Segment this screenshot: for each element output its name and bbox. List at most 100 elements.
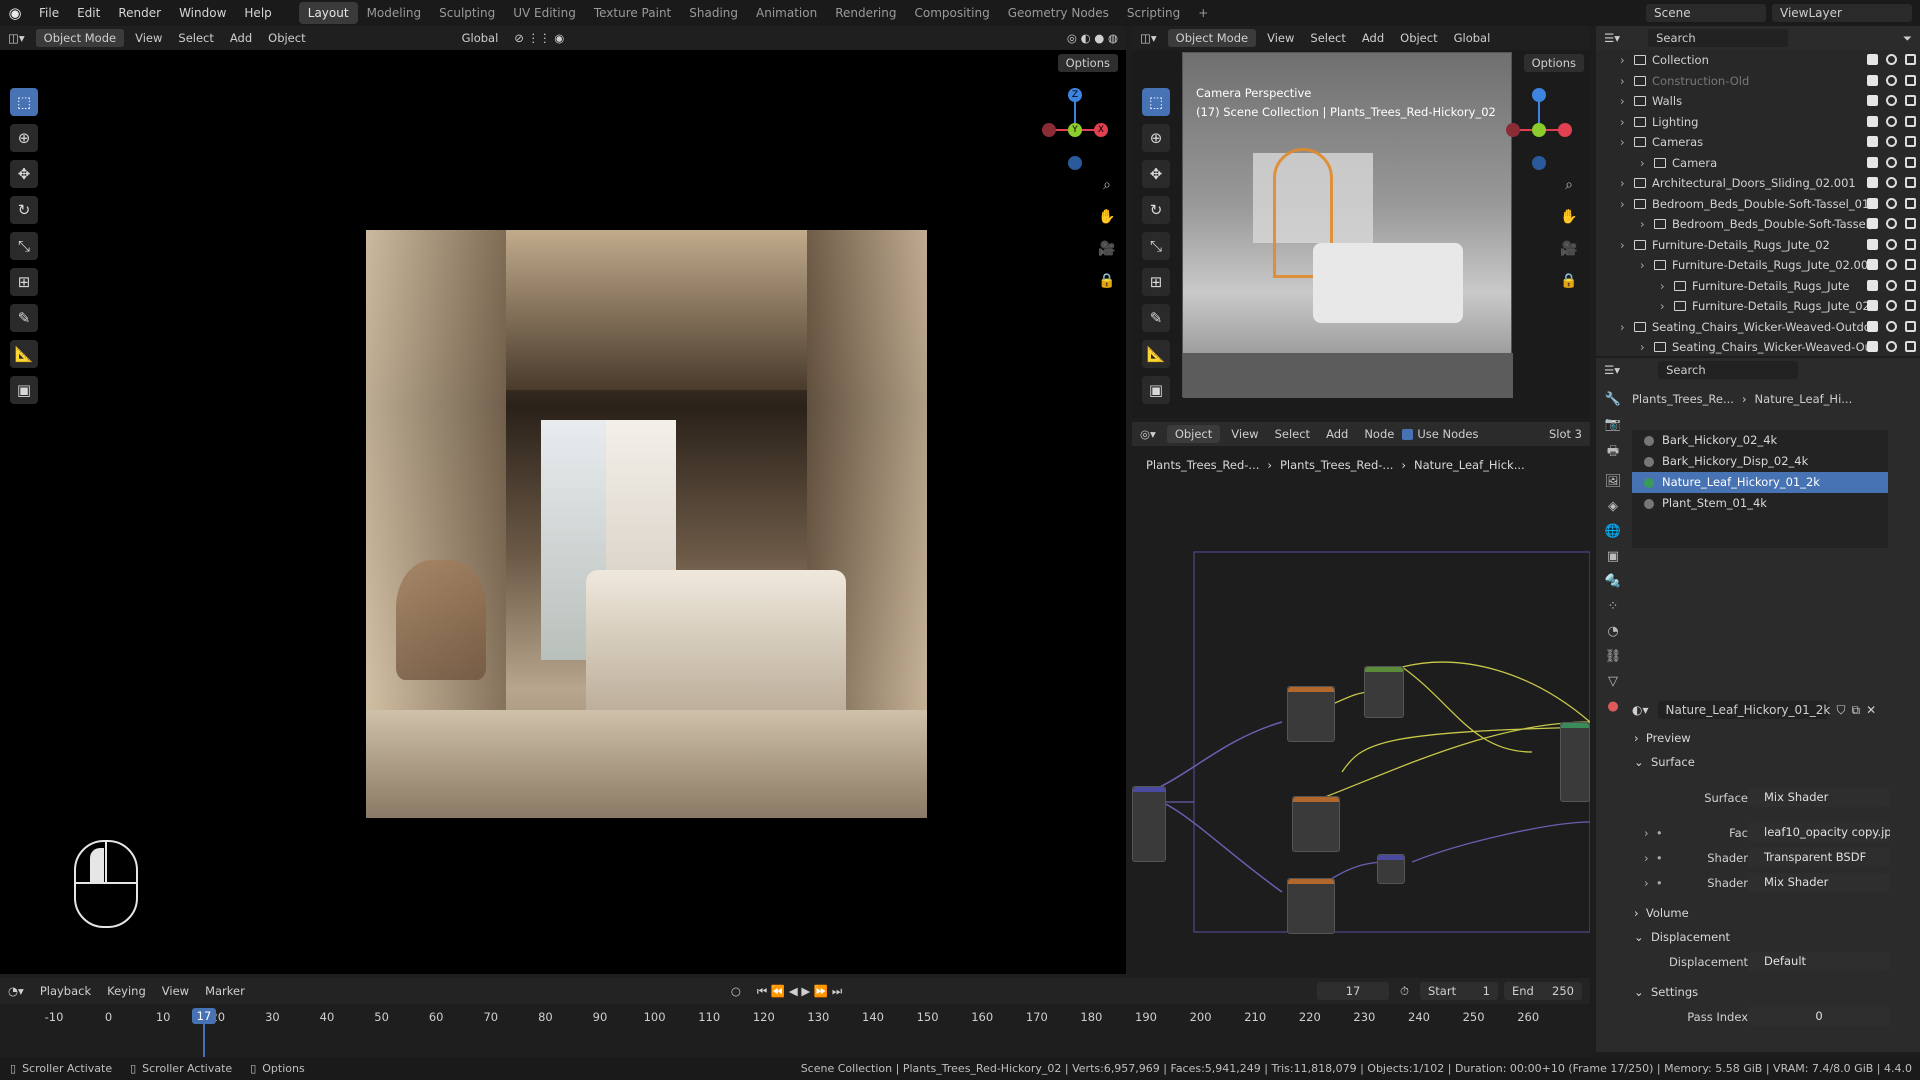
annotate-icon-2[interactable]: ✎ <box>1142 304 1170 332</box>
material-slot-3[interactable]: Nature_Leaf_Hickory_01_2k <box>1632 472 1888 493</box>
gizmo-z-axis[interactable]: Z <box>1068 88 1082 102</box>
left-menu-object[interactable]: Object <box>260 31 313 45</box>
tab-texture-paint[interactable]: Texture Paint <box>585 2 680 24</box>
right-menu-add[interactable]: Add <box>1354 31 1392 45</box>
exclude-checkbox[interactable] <box>1867 259 1878 270</box>
expand-arrow-icon[interactable]: › <box>1620 135 1634 149</box>
image-texture-node-4[interactable] <box>1287 878 1335 934</box>
expand-arrow-icon[interactable]: › <box>1640 258 1654 272</box>
tab-rendering[interactable]: Rendering <box>826 2 905 24</box>
render-tab-icon[interactable]: 📷 <box>1602 417 1624 432</box>
shading-modes-icon[interactable]: ◎ ◐ ● ◍ <box>1059 31 1126 45</box>
outliner-row[interactable]: › Cameras <box>1606 132 1920 153</box>
world-tab-icon[interactable]: 🌐 <box>1602 524 1624 539</box>
outliner-row[interactable]: › Bedroom_Beds_Double-Soft-Tassel_01. <box>1606 194 1920 215</box>
zoom-icon[interactable]: ⌕ <box>1096 174 1118 196</box>
exclude-checkbox[interactable] <box>1867 197 1878 209</box>
visibility-eye-icon[interactable] <box>1886 341 1897 352</box>
displacement-section-header[interactable]: ⌄ Displacement <box>1596 925 1920 949</box>
left-3d-viewport[interactable]: ◫▾ Object Mode View Select Add Object Gl… <box>0 26 1126 974</box>
render-camera-icon[interactable] <box>1905 218 1916 229</box>
unlink-material-icon[interactable]: ✕ <box>1866 703 1876 717</box>
physics-tab-icon[interactable]: ◔ <box>1602 624 1624 639</box>
visibility-eye-icon[interactable] <box>1886 54 1897 65</box>
add-workspace-icon[interactable]: + <box>1189 2 1217 24</box>
render-camera-icon[interactable] <box>1905 238 1916 250</box>
gizmo-neg-x[interactable] <box>1042 123 1056 137</box>
render-camera-icon[interactable] <box>1905 95 1916 106</box>
outliner-type-icon[interactable]: ☰▾ <box>1596 31 1628 45</box>
expand-arrow-icon[interactable]: › <box>1640 340 1654 354</box>
menu-help[interactable]: Help <box>235 0 280 26</box>
left-menu-view[interactable]: View <box>127 31 170 45</box>
modifier-tab-icon[interactable]: 🔩 <box>1602 574 1624 589</box>
material-slot-4[interactable]: Plant_Stem_01_4k <box>1632 493 1888 514</box>
exclude-checkbox[interactable] <box>1867 156 1878 168</box>
exclude-checkbox[interactable] <box>1867 341 1878 352</box>
visibility-eye-icon[interactable] <box>1886 218 1897 229</box>
expand-arrow-icon[interactable]: › <box>1640 217 1654 231</box>
left-mode-dropdown[interactable]: Object Mode <box>35 29 125 47</box>
expand-arrow-icon[interactable]: › <box>1620 176 1634 190</box>
cursor-icon-2[interactable]: ⊕ <box>1142 124 1170 152</box>
texture-coordinate-node[interactable] <box>1132 786 1166 862</box>
visibility-eye-icon[interactable] <box>1886 238 1897 250</box>
expand-arrow-icon[interactable]: › <box>1620 197 1634 211</box>
material-output-node[interactable] <box>1560 722 1590 802</box>
tab-sculpting[interactable]: Sculpting <box>430 2 504 24</box>
tool-tab-icon[interactable]: 🔧 <box>1602 392 1624 407</box>
lock-icon-2[interactable]: 🔒 <box>1558 270 1580 292</box>
expand-arrow-icon[interactable]: › <box>1620 238 1634 252</box>
pan-hand-icon[interactable]: ✋ <box>1096 206 1118 228</box>
exclude-checkbox[interactable] <box>1867 95 1878 106</box>
tab-geometry-nodes[interactable]: Geometry Nodes <box>999 2 1118 24</box>
blender-logo-icon[interactable]: ◉ <box>0 4 30 22</box>
outliner-row[interactable]: › Furniture-Details_Rugs_Jute_02.001 <box>1606 255 1920 276</box>
expand-arrow-icon[interactable]: › <box>1620 115 1634 129</box>
scene-selector[interactable]: Scene <box>1646 4 1766 22</box>
transform-icon[interactable]: ⊞ <box>10 268 38 296</box>
render-camera-icon[interactable] <box>1905 54 1916 65</box>
outliner-row[interactable]: › Seating_Chairs_Wicker-Weaved-Ou <box>1606 337 1920 358</box>
outliner-search[interactable]: Search <box>1648 29 1789 47</box>
visibility-eye-icon[interactable] <box>1886 95 1897 106</box>
visibility-eye-icon[interactable] <box>1886 156 1897 168</box>
view-layer-tab-icon[interactable]: 🖼 <box>1602 474 1624 489</box>
measure-icon[interactable]: 📐 <box>10 340 38 368</box>
scene-tab-icon[interactable]: ◈ <box>1602 499 1624 514</box>
exclude-checkbox[interactable] <box>1867 238 1878 250</box>
render-camera-icon[interactable] <box>1905 279 1916 291</box>
displacement-field[interactable]: Default <box>1748 952 1890 971</box>
add-cube-icon-2[interactable]: ▣ <box>1142 376 1170 404</box>
shader-node-editor[interactable]: ◎▾ Object View Select Add Node Use Nodes… <box>1132 422 1590 974</box>
annotate-icon[interactable]: ✎ <box>10 304 38 332</box>
visibility-eye-icon[interactable] <box>1886 259 1897 270</box>
exclude-checkbox[interactable] <box>1867 300 1878 311</box>
right-navigation-gizmo[interactable] <box>1504 86 1574 170</box>
render-camera-icon[interactable] <box>1905 341 1916 352</box>
right-3d-viewport[interactable]: ◫▾ Object Mode View Select Add Object Gl… <box>1132 26 1590 418</box>
camera-view-icon-2[interactable]: 🎥 <box>1558 238 1580 260</box>
visibility-eye-icon[interactable] <box>1886 279 1897 291</box>
visibility-eye-icon[interactable] <box>1886 300 1897 311</box>
outliner-row[interactable]: › Walls <box>1606 91 1920 112</box>
select-box-icon[interactable]: ⬚ <box>10 88 38 116</box>
expand-arrow-icon[interactable]: › <box>1660 299 1674 313</box>
tab-layout[interactable]: Layout <box>298 2 358 24</box>
snap-icon[interactable]: ⊘ ⋮⋮ ◉ <box>506 31 572 45</box>
playhead-marker[interactable]: 17 <box>192 1008 216 1024</box>
render-camera-icon[interactable] <box>1905 197 1916 209</box>
fac-field[interactable]: leaf10_opacity copy.jp... <box>1748 823 1890 842</box>
cursor-icon[interactable]: ⊕ <box>10 124 38 152</box>
add-cube-icon[interactable]: ▣ <box>10 376 38 404</box>
select-box-icon-2[interactable]: ⬚ <box>1142 88 1170 116</box>
fake-user-icon[interactable]: ⛉ <box>1837 703 1846 718</box>
surface-section-header[interactable]: ⌄ Surface <box>1634 750 1914 774</box>
tab-modeling[interactable]: Modeling <box>358 2 431 24</box>
shader-2-field[interactable]: Mix Shader <box>1748 873 1890 892</box>
expand-arrow-icon[interactable]: › <box>1660 279 1674 293</box>
material-sphere-icon[interactable]: ◐▾ <box>1632 703 1649 717</box>
visibility-eye-icon[interactable] <box>1886 197 1897 209</box>
filter-icon[interactable]: ⏷ <box>1895 31 1920 46</box>
preview-section-header[interactable]: › Preview <box>1634 726 1914 750</box>
